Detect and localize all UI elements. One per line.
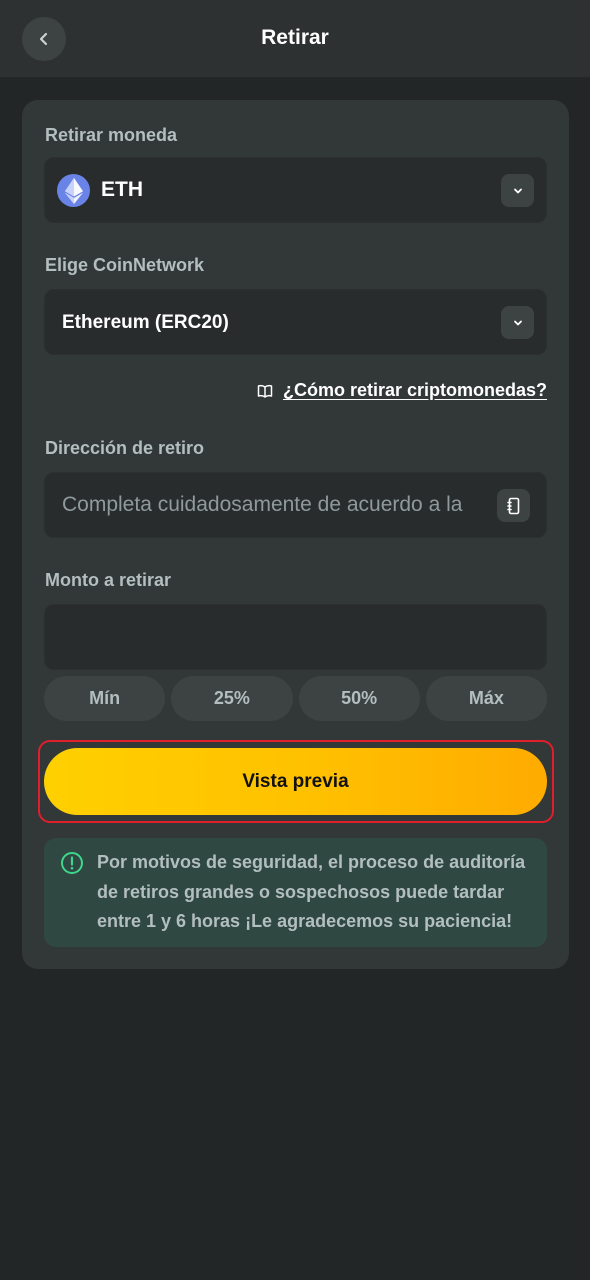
25-percent-button[interactable]: 25% xyxy=(171,676,293,721)
notice-text: Por motivos de seguridad, el proceso de … xyxy=(97,852,526,931)
min-button[interactable]: Mín xyxy=(44,676,166,721)
how-to-withdraw-link[interactable]: ¿Cómo retirar criptomonedas? xyxy=(257,380,547,401)
help-link-text: ¿Cómo retirar criptomonedas? xyxy=(282,380,547,400)
network-dropdown-toggle[interactable] xyxy=(501,306,534,339)
network-select[interactable]: Ethereum (ERC20) xyxy=(44,289,547,355)
coin-label: Retirar moneda xyxy=(45,125,178,145)
address-book-icon xyxy=(506,497,519,514)
security-notice: Por motivos de seguridad, el proceso de … xyxy=(44,838,547,947)
coin-select[interactable]: ETH xyxy=(44,157,547,223)
chevron-down-icon xyxy=(513,188,522,193)
amount-label: Monto a retirar xyxy=(45,570,172,590)
chevron-down-icon xyxy=(513,320,522,325)
coin-name: ETH xyxy=(101,178,143,201)
preview-button[interactable]: Vista previa xyxy=(44,748,547,815)
amount-field xyxy=(44,604,547,670)
info-circle-icon xyxy=(61,852,83,874)
ethereum-icon xyxy=(57,174,90,207)
network-label: Elige CoinNetwork xyxy=(45,255,205,275)
amount-input[interactable] xyxy=(62,622,527,652)
coin-dropdown-toggle[interactable] xyxy=(501,174,534,207)
book-icon xyxy=(257,384,273,398)
address-input[interactable] xyxy=(62,490,486,520)
max-button[interactable]: Máx xyxy=(425,676,547,721)
address-book-button[interactable] xyxy=(497,489,530,522)
network-name: Ethereum (ERC20) xyxy=(62,312,229,333)
top-bar: Retirar xyxy=(0,0,590,78)
withdraw-form-card: Retirar moneda ETH Elige CoinNetwork Eth… xyxy=(22,100,569,969)
address-label: Dirección de retiro xyxy=(45,438,205,458)
50-percent-button[interactable]: 50% xyxy=(298,676,420,721)
amount-presets: Mín 25% 50% Máx xyxy=(44,676,547,721)
page-title: Retirar xyxy=(261,26,329,49)
address-field xyxy=(44,472,547,538)
